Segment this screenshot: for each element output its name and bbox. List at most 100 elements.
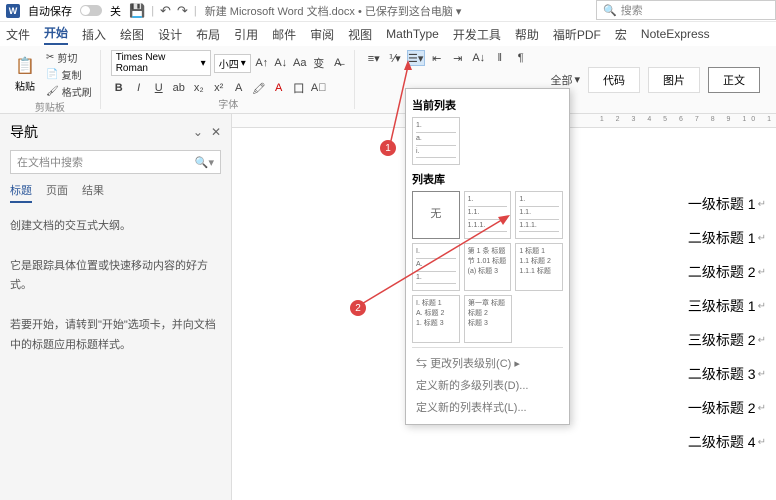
tab-mathtype[interactable]: MathType	[386, 27, 439, 41]
copy-button[interactable]: 📄复制	[46, 67, 92, 82]
document-content[interactable]: 一级标题 1↵ 二级标题 1↵ 二级标题 2↵ 三级标题 1↵ 三级标题 2↵ …	[688, 194, 766, 452]
clear-format-icon[interactable]: A̶	[330, 55, 346, 71]
tab-home[interactable]: 开始	[44, 24, 68, 45]
tab-mail[interactable]: 邮件	[272, 26, 296, 43]
search-bar[interactable]: 🔍 搜索	[596, 0, 776, 20]
autosave-off-label: 关	[110, 3, 121, 19]
nav-search-input[interactable]: 在文档中搜索 🔍▾	[10, 150, 221, 174]
font-name-select[interactable]: Times New Roman▾	[111, 50, 211, 76]
line-spacing-icon[interactable]: ‖	[491, 50, 509, 66]
font-shrink-icon[interactable]: A↓	[273, 55, 289, 71]
dd-lib-7[interactable]: I. 标题 1A. 标题 21. 标题 3	[412, 295, 460, 343]
ribbon-group-clipboard: 📋 粘贴 ✂剪切 📄复制 🖌格式刷 剪贴板	[8, 50, 101, 109]
dd-section-library: 列表库	[412, 169, 563, 191]
search-icon: 🔍	[603, 4, 617, 17]
tab-layout[interactable]: 布局	[196, 26, 220, 43]
strike-icon[interactable]: ab	[171, 80, 187, 96]
dd-lib-3[interactable]: 1.1.1.1.1.1.	[515, 191, 563, 239]
show-marks-icon[interactable]: ¶	[512, 50, 530, 66]
nav-tab-headings[interactable]: 标题	[10, 182, 32, 203]
tab-references[interactable]: 引用	[234, 26, 258, 43]
tab-insert[interactable]: 插入	[82, 26, 106, 43]
autosave-toggle[interactable]	[80, 5, 102, 16]
font-size-select[interactable]: 小四▾	[214, 54, 251, 73]
border-char-icon[interactable]: 囗	[291, 80, 307, 96]
title-bar: W 自动保存 关 💾 | ↶ ↷ | 新建 Microsoft Word 文档.…	[0, 0, 776, 22]
heading-2-3: 二级标题 3↵	[688, 364, 766, 384]
save-icon[interactable]: 💾	[129, 3, 145, 19]
nav-tab-results[interactable]: 结果	[82, 182, 104, 203]
search-placeholder: 搜索	[621, 2, 643, 18]
decrease-indent-icon[interactable]: ⇤	[428, 50, 446, 66]
tab-macro[interactable]: 宏	[615, 26, 627, 43]
change-case-icon[interactable]: Aa	[292, 55, 308, 71]
tab-help[interactable]: 帮助	[515, 26, 539, 43]
annotation-2: 2	[350, 300, 366, 316]
undo-icon[interactable]: ↶	[160, 3, 171, 19]
enclose-char-icon[interactable]: A⃝	[311, 80, 327, 96]
bullets-icon[interactable]: ≡▾	[365, 50, 383, 66]
subscript-icon[interactable]: x₂	[191, 80, 207, 96]
font-grow-icon[interactable]: A↑	[254, 55, 270, 71]
annotation-1: 1	[380, 140, 396, 156]
ribbon-group-font: Times New Roman▾ 小四▾ A↑ A↓ Aa 变 A̶ B I U…	[111, 50, 355, 109]
numbering-icon[interactable]: ⅟▾	[386, 50, 404, 66]
tab-file[interactable]: 文件	[6, 26, 30, 43]
italic-icon[interactable]: I	[131, 80, 147, 96]
dd-current-item[interactable]: 1.a.i.	[412, 117, 460, 165]
dd-define-style[interactable]: 定义新的列表样式(L)...	[412, 396, 563, 418]
dd-lib-5[interactable]: 第 1 条 标题节 1.01 标题(a) 标题 3	[464, 243, 512, 291]
dd-lib-8[interactable]: 第一章 标题标题 2标题 3	[464, 295, 512, 343]
cut-button[interactable]: ✂剪切	[46, 50, 92, 65]
paste-button[interactable]: 📋 粘贴	[8, 50, 42, 99]
dd-lib-4[interactable]: I.A.1.	[412, 243, 460, 291]
nav-close-icon[interactable]: ✕	[211, 125, 221, 139]
tab-devtools[interactable]: 开发工具	[453, 26, 501, 43]
dd-define-multilevel[interactable]: 定义新的多级列表(D)...	[412, 374, 563, 396]
dd-section-current: 当前列表	[412, 95, 563, 117]
copy-icon: 📄	[46, 69, 58, 80]
dd-lib-none[interactable]: 无	[412, 191, 460, 239]
heading-2-2: 二级标题 2↵	[688, 262, 766, 282]
heading-3-1: 三级标题 1↵	[688, 296, 766, 316]
styles-all[interactable]: 全部 ▾	[550, 72, 580, 88]
quick-access-toolbar: 💾 | ↶ ↷ |	[129, 3, 197, 19]
nav-hint-3: 若要开始，请转到"开始"选项卡，并向文档中的标题应用标题样式。	[10, 316, 221, 356]
tab-view[interactable]: 视图	[348, 26, 372, 43]
font-group-label: 字体	[111, 96, 346, 111]
style-image[interactable]: 图片	[648, 67, 700, 93]
heading-2-1: 二级标题 1↵	[688, 228, 766, 248]
format-painter-button[interactable]: 🖌格式刷	[46, 84, 92, 99]
text-effect-icon[interactable]: A	[231, 80, 247, 96]
style-code[interactable]: 代码	[588, 67, 640, 93]
font-color-icon[interactable]: A	[271, 80, 287, 96]
bold-icon[interactable]: B	[111, 80, 127, 96]
tab-draw[interactable]: 绘图	[120, 26, 144, 43]
highlight-icon[interactable]: 🖍	[251, 80, 267, 96]
multilevel-list-icon[interactable]: ☰▾	[407, 50, 425, 66]
sort-icon[interactable]: A↓	[470, 50, 488, 66]
nav-title: 导航	[10, 122, 38, 142]
dd-change-level[interactable]: ⇆ 更改列表级别(C) ▸	[412, 352, 563, 374]
redo-icon[interactable]: ↷	[177, 3, 188, 19]
brush-icon: 🖌	[46, 86, 59, 97]
increase-indent-icon[interactable]: ⇥	[449, 50, 467, 66]
ribbon-group-styles: 全部 ▾ 代码 图片 正文	[548, 50, 768, 109]
dd-lib-6[interactable]: 1 标题 11.1 标题 21.1.1 标题	[515, 243, 563, 291]
autosave-label: 自动保存	[28, 3, 72, 19]
tab-review[interactable]: 审阅	[310, 26, 334, 43]
phonetic-icon[interactable]: 变	[311, 55, 327, 71]
nav-search-placeholder: 在文档中搜索	[17, 154, 83, 170]
ribbon-tabs: 文件 开始 插入 绘图 设计 布局 引用 邮件 审阅 视图 MathType 开…	[0, 22, 776, 46]
tab-design[interactable]: 设计	[158, 26, 182, 43]
heading-1-1: 一级标题 1↵	[688, 194, 766, 214]
nav-collapse-icon[interactable]: ⌄	[193, 125, 203, 139]
underline-icon[interactable]: U	[151, 80, 167, 96]
word-app-icon: W	[6, 4, 20, 18]
tab-noteexpress[interactable]: NoteExpress	[641, 27, 710, 41]
superscript-icon[interactable]: x²	[211, 80, 227, 96]
dd-lib-2[interactable]: 1.1.1.1.1.1.	[464, 191, 512, 239]
nav-tab-pages[interactable]: 页面	[46, 182, 68, 203]
style-body[interactable]: 正文	[708, 67, 760, 93]
tab-foxit[interactable]: 福昕PDF	[553, 26, 601, 43]
